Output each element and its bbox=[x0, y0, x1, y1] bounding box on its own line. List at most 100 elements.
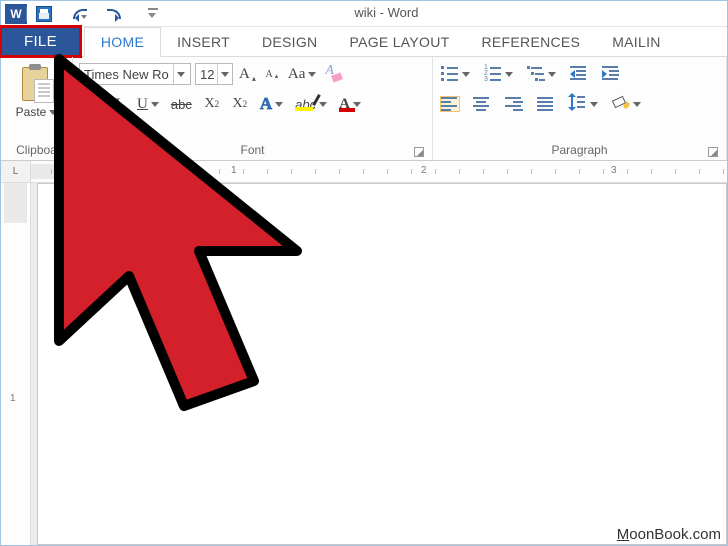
numbering-icon bbox=[484, 66, 502, 82]
bold-button[interactable]: B bbox=[79, 93, 99, 115]
caret-down-icon bbox=[633, 102, 641, 107]
justify-icon bbox=[537, 97, 555, 111]
subscript-button[interactable]: X2 bbox=[202, 93, 222, 115]
numbering-button[interactable] bbox=[482, 63, 515, 85]
justify-button[interactable] bbox=[535, 93, 557, 115]
group-label-font: Font bbox=[79, 141, 426, 160]
decrease-indent-icon bbox=[570, 66, 588, 82]
caret-down-icon bbox=[49, 110, 57, 115]
group-font: Times New Ro 12 A▴ A▴ Aa bbox=[73, 57, 433, 160]
dialog-launcher-icon[interactable] bbox=[414, 147, 424, 157]
font-name-value: Times New Ro bbox=[80, 67, 173, 82]
document-area: 1 bbox=[1, 183, 727, 545]
multilevel-list-button[interactable] bbox=[525, 63, 558, 85]
paste-icon bbox=[20, 63, 54, 103]
font-size-combo[interactable]: 12 bbox=[195, 63, 233, 85]
group-label-clipboard: Clipboa bbox=[7, 141, 66, 160]
text-effects-button[interactable]: A bbox=[258, 93, 285, 115]
paste-label: Paste bbox=[16, 105, 47, 119]
save-icon bbox=[35, 5, 53, 23]
tab-mailings[interactable]: MAILIN bbox=[596, 27, 676, 56]
caret-down-icon bbox=[275, 102, 283, 107]
dialog-launcher-icon[interactable] bbox=[708, 147, 718, 157]
increase-indent-button[interactable] bbox=[600, 63, 622, 85]
redo-icon bbox=[105, 6, 123, 22]
undo-icon bbox=[71, 6, 89, 22]
group-label-paragraph: Paragraph bbox=[439, 141, 720, 160]
align-left-icon bbox=[441, 97, 459, 111]
tab-selector[interactable]: L bbox=[1, 161, 31, 182]
group-paragraph: Paragraph bbox=[433, 57, 727, 160]
underline-icon: U bbox=[137, 96, 148, 113]
align-right-button[interactable] bbox=[503, 93, 525, 115]
text-effects-icon: A bbox=[260, 94, 272, 114]
word-window: W wiki - Word FILE HOME INSERT DESIGN PA… bbox=[0, 0, 728, 546]
window-title: wiki - Word bbox=[354, 5, 418, 20]
superscript-button[interactable]: X2 bbox=[230, 93, 250, 115]
shrink-font-icon: A▴ bbox=[265, 69, 278, 80]
align-right-icon bbox=[505, 97, 523, 111]
line-spacing-button[interactable] bbox=[567, 93, 600, 115]
redo-button[interactable] bbox=[103, 3, 125, 25]
ruler-scale: 1 2 3 bbox=[31, 161, 727, 182]
ribbon-tabs: FILE HOME INSERT DESIGN PAGE LAYOUT REFE… bbox=[1, 27, 727, 57]
paste-button[interactable]: Paste bbox=[13, 61, 61, 119]
dialog-launcher-icon[interactable] bbox=[54, 147, 64, 157]
watermark: MoonBook.com bbox=[617, 526, 721, 543]
align-left-button[interactable] bbox=[439, 93, 461, 115]
group-clipboard: Paste Clipboa bbox=[1, 57, 73, 160]
tab-home[interactable]: HOME bbox=[84, 27, 161, 57]
italic-button[interactable]: I bbox=[107, 93, 127, 115]
shading-icon bbox=[612, 96, 630, 112]
grow-font-button[interactable]: A▴ bbox=[237, 63, 258, 85]
caret-down-icon bbox=[590, 102, 598, 107]
underline-button[interactable]: U bbox=[135, 93, 161, 115]
caret-down-icon bbox=[308, 72, 316, 77]
caret-down-icon[interactable] bbox=[217, 64, 232, 84]
tab-references[interactable]: REFERENCES bbox=[466, 27, 597, 56]
text-caret bbox=[128, 232, 129, 250]
strikethrough-button[interactable]: abc bbox=[169, 93, 194, 115]
align-center-button[interactable] bbox=[471, 93, 493, 115]
bullets-button[interactable] bbox=[439, 63, 472, 85]
change-case-icon: Aa bbox=[288, 66, 306, 83]
shading-button[interactable] bbox=[610, 93, 643, 115]
quick-access-toolbar bbox=[33, 3, 163, 25]
caret-down-icon bbox=[548, 72, 556, 77]
tab-page-layout[interactable]: PAGE LAYOUT bbox=[333, 27, 465, 56]
caret-down-icon bbox=[353, 102, 361, 107]
bullets-icon bbox=[441, 66, 459, 82]
line-spacing-icon bbox=[569, 95, 587, 113]
undo-button[interactable] bbox=[69, 3, 89, 25]
change-case-button[interactable]: Aa bbox=[286, 63, 319, 85]
font-name-combo[interactable]: Times New Ro bbox=[79, 63, 191, 85]
caret-down-icon bbox=[462, 72, 470, 77]
tab-file[interactable]: FILE bbox=[0, 25, 82, 58]
tab-insert[interactable]: INSERT bbox=[161, 27, 246, 56]
word-badge-icon: W bbox=[5, 4, 27, 24]
highlight-button[interactable]: abc bbox=[293, 93, 329, 115]
tab-design[interactable]: DESIGN bbox=[246, 27, 333, 56]
grow-font-icon: A▴ bbox=[239, 66, 256, 83]
clear-formatting-icon: A bbox=[324, 65, 342, 83]
page[interactable] bbox=[37, 183, 727, 545]
font-color-icon: A bbox=[339, 96, 350, 113]
horizontal-ruler[interactable]: L 1 2 3 bbox=[1, 161, 727, 183]
clear-formatting-button[interactable]: A bbox=[322, 63, 344, 85]
highlight-icon: abc bbox=[295, 97, 316, 112]
caret-down-icon bbox=[505, 72, 513, 77]
font-size-value: 12 bbox=[196, 67, 217, 82]
decrease-indent-button[interactable] bbox=[568, 63, 590, 85]
align-center-icon bbox=[473, 97, 491, 111]
shrink-font-button[interactable]: A▴ bbox=[262, 63, 282, 85]
save-button[interactable] bbox=[33, 3, 55, 25]
caret-down-icon[interactable] bbox=[173, 64, 189, 84]
customize-icon bbox=[145, 6, 161, 22]
caret-down-icon bbox=[319, 102, 327, 107]
title-bar: W wiki - Word bbox=[1, 1, 727, 27]
multilevel-list-icon bbox=[527, 66, 545, 82]
ribbon: Paste Clipboa Times New Ro 12 bbox=[1, 57, 727, 161]
qat-customize-button[interactable] bbox=[139, 3, 163, 25]
vertical-ruler[interactable]: 1 bbox=[1, 183, 31, 545]
font-color-button[interactable]: A bbox=[337, 93, 363, 115]
